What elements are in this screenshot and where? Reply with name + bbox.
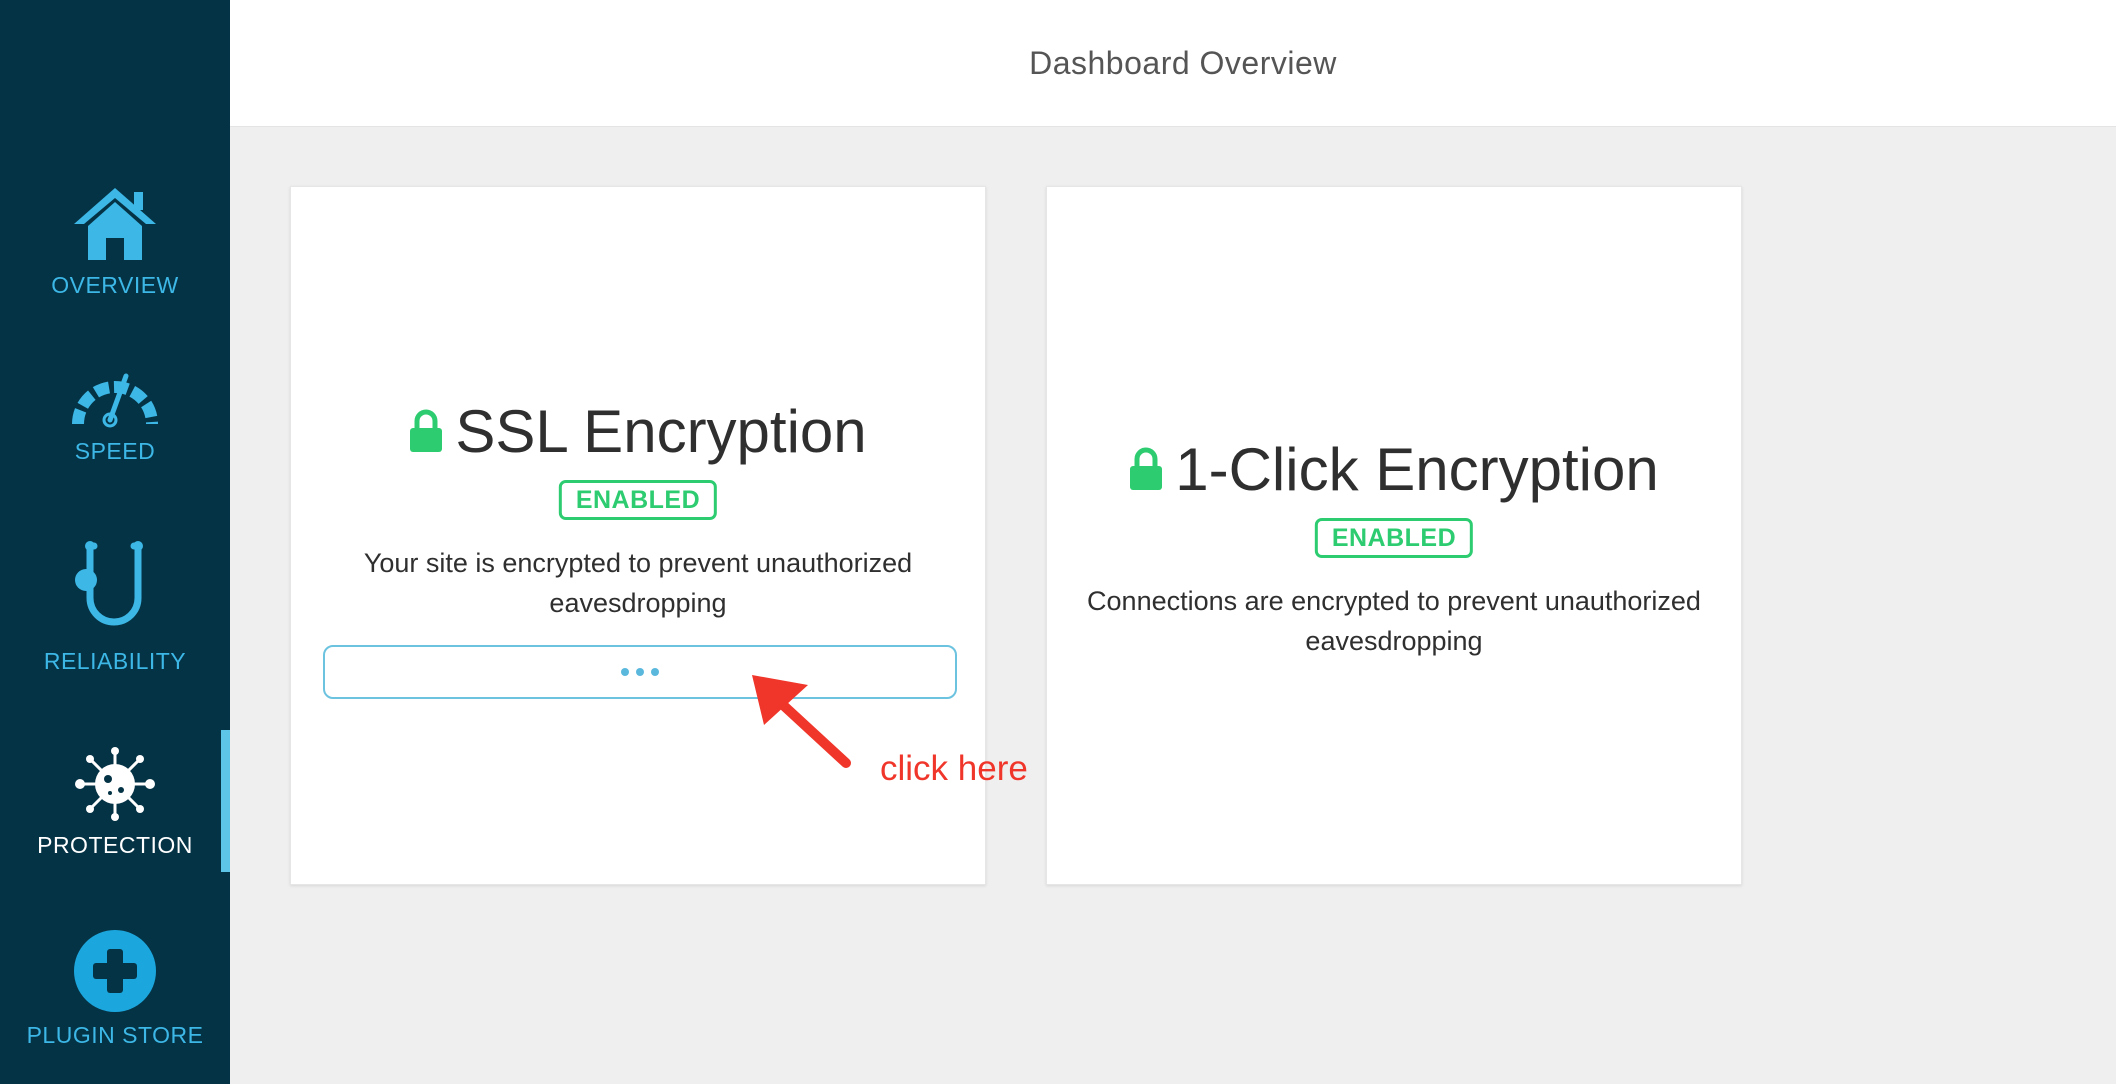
sidebar: OVERVIEW SPEED RELIABILITY PROTECTION PL… [0,0,230,1084]
page-title: Dashboard Overview [1029,44,1337,81]
stethoscope-icon [75,541,143,626]
sidebar-item-label: PROTECTION [37,832,193,858]
card-title-text: SSL Encryption [455,397,867,465]
sidebar-item-label: PLUGIN STORE [26,1022,204,1048]
plus-circle-icon [74,930,156,1012]
ssl-action-button[interactable] [323,645,957,699]
one-click-encryption-card: 1-Click Encryption ENABLED Connections a… [1046,186,1742,885]
card-title: 1-Click Encryption [1047,431,1741,507]
loading-dots-icon [621,668,659,676]
card-title-text: 1-Click Encryption [1175,435,1659,503]
sidebar-item-speed[interactable]: SPEED [0,372,230,465]
top-bar: Dashboard Overview [230,0,2116,127]
card-title: SSL Encryption [291,393,985,469]
lock-icon [1130,447,1163,490]
home-icon [74,188,156,260]
app-root: OVERVIEW SPEED RELIABILITY PROTECTION PL… [0,0,2116,1084]
sidebar-item-plugin-store[interactable]: PLUGIN STORE [0,930,230,1049]
sidebar-item-overview[interactable]: OVERVIEW [0,186,230,299]
annotation-label: click here [880,749,1028,788]
sidebar-item-label: RELIABILITY [43,648,187,674]
status-badge: ENABLED [1314,518,1474,558]
speedometer-icon [72,373,158,428]
sidebar-item-label: SPEED [74,438,156,464]
sidebar-item-label: OVERVIEW [51,272,179,298]
sidebar-item-protection[interactable]: PROTECTION [0,746,230,859]
sidebar-item-reliability[interactable]: RELIABILITY [0,538,230,675]
virus-icon [75,747,155,821]
lock-icon [410,409,443,452]
card-description: Your site is encrypted to prevent unauth… [363,548,913,618]
card-description: Connections are encrypted to prevent una… [1087,586,1701,656]
status-badge: ENABLED [558,480,718,520]
annotation-arrow-icon [752,675,851,768]
